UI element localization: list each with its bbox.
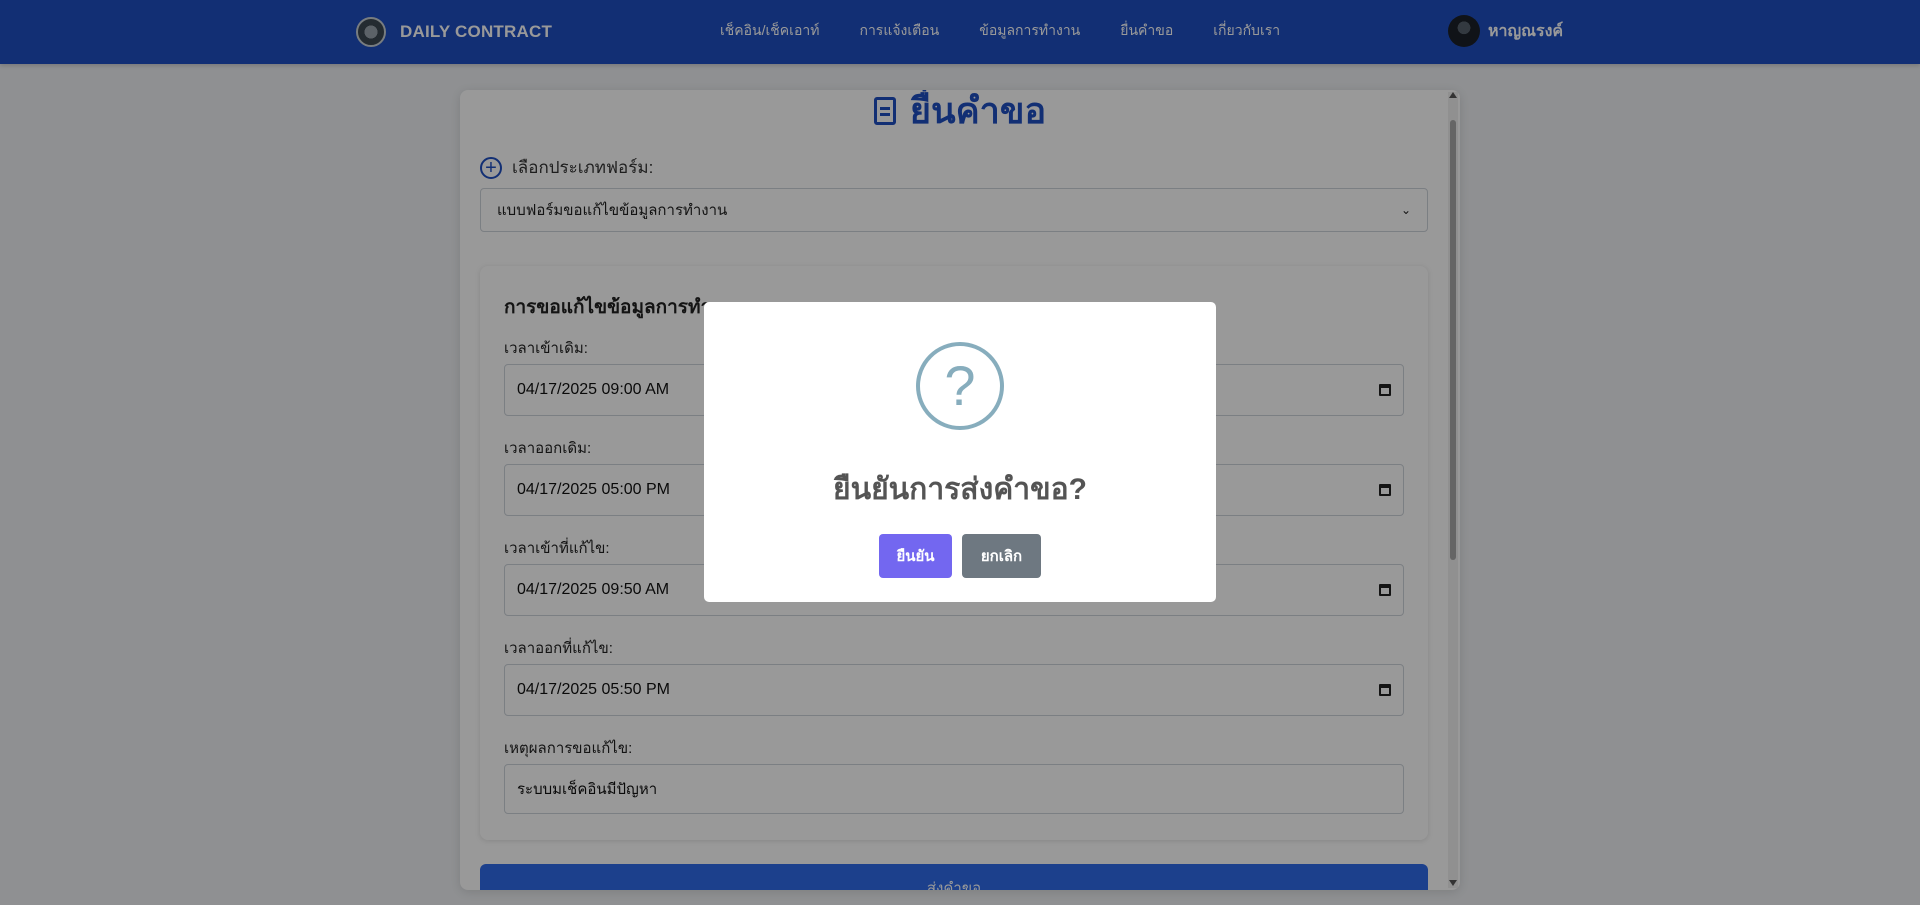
confirm-dialog: ? ยืนยันการส่งคำขอ? ยืนยัน ยกเลิก: [704, 302, 1216, 602]
dialog-actions: ยืนยัน ยกเลิก: [704, 534, 1216, 578]
question-icon: ?: [916, 342, 1004, 430]
dialog-title: ยืนยันการส่งคำขอ?: [832, 473, 1088, 506]
cancel-button[interactable]: ยกเลิก: [962, 534, 1041, 578]
confirm-button[interactable]: ยืนยัน: [879, 534, 952, 578]
